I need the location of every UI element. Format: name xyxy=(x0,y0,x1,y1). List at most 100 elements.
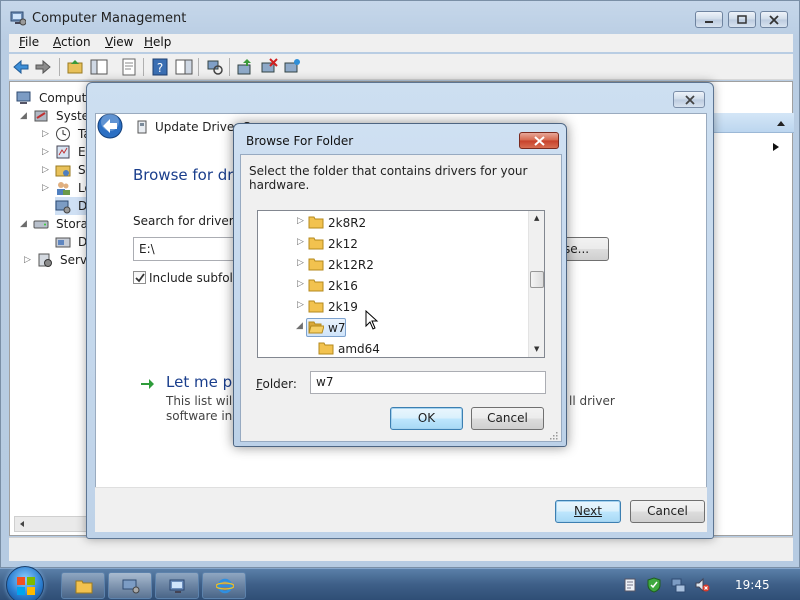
close-button[interactable] xyxy=(760,11,788,28)
expand-icon[interactable]: ▷ xyxy=(297,258,304,268)
folder-icon xyxy=(308,258,324,271)
security-shield-icon[interactable] xyxy=(646,577,662,593)
open-folder-icon xyxy=(308,321,324,334)
window-title: Computer Management xyxy=(32,11,187,26)
cancel-button[interactable]: Cancel xyxy=(471,407,544,430)
computer-icon xyxy=(16,91,31,104)
green-arrow-icon xyxy=(141,379,154,389)
close-icon xyxy=(534,136,545,146)
folder-tree[interactable]: ▷ 2k8R2 ▷ 2k12 ▷ 2k12R2 ▷ 2k16 ▷ 2k19 ◢ xyxy=(257,210,545,358)
collapse-up-icon[interactable] xyxy=(776,119,786,127)
device-manager-icon xyxy=(55,200,71,214)
taskbar-clock[interactable]: 19:45 xyxy=(735,578,770,592)
action-center-icon[interactable] xyxy=(622,577,638,593)
collapse-icon[interactable]: ◢ xyxy=(296,321,303,331)
shared-folder-icon xyxy=(55,165,71,177)
users-icon xyxy=(57,182,70,195)
menu-file-label: ile xyxy=(25,35,40,49)
close-icon xyxy=(685,95,695,105)
minimize-icon xyxy=(705,21,713,23)
more-actions-arrow-icon[interactable] xyxy=(772,142,780,152)
network-icon[interactable] xyxy=(670,577,686,593)
folder-item-selected[interactable]: ◢ w7 xyxy=(258,317,528,337)
expand-icon[interactable]: ▷ xyxy=(42,129,49,139)
folder-item[interactable]: ▷ 2k8R2 xyxy=(258,212,528,232)
maximize-button[interactable] xyxy=(728,11,756,28)
enable-device-icon[interactable] xyxy=(282,57,302,77)
uninstall-device-icon[interactable] xyxy=(259,57,279,77)
browse-for-folder-dialog: Browse For Folder Select the folder that… xyxy=(233,123,567,447)
dialog-description: Select the folder that contains drivers … xyxy=(249,164,528,192)
scroll-up-icon[interactable]: ▲ xyxy=(534,214,539,222)
wizard-back-button[interactable] xyxy=(97,113,123,139)
scroll-thumb[interactable] xyxy=(530,271,544,288)
expand-icon[interactable]: ▷ xyxy=(297,237,304,247)
menu-action[interactable]: Action xyxy=(53,35,91,49)
folder-icon xyxy=(318,342,334,355)
dialog-close-button[interactable] xyxy=(519,132,559,149)
toolbar-separator xyxy=(198,58,199,76)
wizard-close-button[interactable] xyxy=(673,91,705,108)
taskbar-explorer-button[interactable] xyxy=(61,572,105,599)
taskbar: 19:45 xyxy=(0,566,800,600)
expand-icon[interactable]: ▷ xyxy=(297,300,304,310)
expand-icon[interactable]: ▷ xyxy=(42,165,49,175)
scan-hardware-icon[interactable] xyxy=(205,57,225,77)
expand-icon[interactable]: ▷ xyxy=(42,183,49,193)
event-viewer-icon xyxy=(56,145,70,159)
folder-label: Folder: xyxy=(256,377,297,391)
toolbar-separator xyxy=(143,58,144,76)
scroll-down-icon[interactable]: ▼ xyxy=(534,345,539,353)
expand-icon[interactable]: ▷ xyxy=(42,147,49,157)
scroll-left-icon[interactable] xyxy=(18,520,26,528)
update-driver-icon[interactable] xyxy=(235,57,255,77)
main-titlebar[interactable]: Computer Management xyxy=(1,1,800,33)
toolbar: ? xyxy=(9,54,793,80)
let-me-pick-description-tail: ll driver xyxy=(569,394,615,408)
properties-icon[interactable] xyxy=(119,57,139,77)
collapse-icon[interactable]: ◢ xyxy=(20,111,27,121)
menu-bar: File Action View Help xyxy=(9,34,793,52)
folder-icon xyxy=(308,279,324,292)
storage-icon xyxy=(33,220,49,229)
folder-item[interactable]: ▷ 2k12R2 xyxy=(258,254,528,274)
taskbar-remote-desktop-button[interactable] xyxy=(155,572,199,599)
menu-file[interactable]: File xyxy=(19,35,39,49)
menu-help[interactable]: Help xyxy=(144,35,171,49)
computer-management-icon xyxy=(122,579,140,594)
expand-icon[interactable]: ▷ xyxy=(24,255,31,265)
expand-icon[interactable]: ▷ xyxy=(297,279,304,289)
wizard-cancel-button[interactable]: Cancel xyxy=(630,500,705,523)
up-folder-icon[interactable] xyxy=(65,57,85,77)
expand-icon[interactable]: ▷ xyxy=(297,216,304,226)
help-icon[interactable]: ? xyxy=(150,57,170,77)
checkbox-box[interactable] xyxy=(133,271,146,284)
resize-grip-icon[interactable] xyxy=(548,430,558,440)
wizard-heading: Browse for driv xyxy=(133,166,247,184)
folder-item[interactable]: ▷ 2k19 xyxy=(258,296,528,316)
show-hide-tree-icon[interactable] xyxy=(89,57,109,77)
maximize-icon xyxy=(737,15,747,24)
action-pane-icon[interactable] xyxy=(174,57,194,77)
ok-button[interactable]: OK xyxy=(390,407,463,430)
svg-text:?: ? xyxy=(157,61,163,75)
back-arrow-icon[interactable] xyxy=(11,57,31,77)
forward-arrow-icon[interactable] xyxy=(33,57,53,77)
taskbar-computer-management-button[interactable] xyxy=(108,572,152,599)
folder-item[interactable]: ▷ 2k16 xyxy=(258,275,528,295)
next-button[interactable]: Next xyxy=(555,500,621,523)
minimize-button[interactable] xyxy=(695,11,723,28)
folder-item[interactable]: ▷ 2k12 xyxy=(258,233,528,253)
menu-view[interactable]: View xyxy=(105,35,133,49)
folder-input[interactable]: w7 xyxy=(310,371,546,394)
mouse-cursor-icon xyxy=(365,310,379,330)
folder-icon xyxy=(308,300,324,313)
actions-pane-header[interactable] xyxy=(714,113,794,133)
start-button[interactable] xyxy=(6,566,44,600)
folder-tree-scrollbar[interactable]: ▲ ▼ xyxy=(528,211,544,357)
collapse-icon[interactable]: ◢ xyxy=(20,219,27,229)
remote-desktop-icon xyxy=(169,579,185,593)
folder-item[interactable]: amd64 xyxy=(258,338,528,357)
taskbar-internet-explorer-button[interactable] xyxy=(202,572,246,599)
volume-muted-icon[interactable] xyxy=(694,577,710,593)
